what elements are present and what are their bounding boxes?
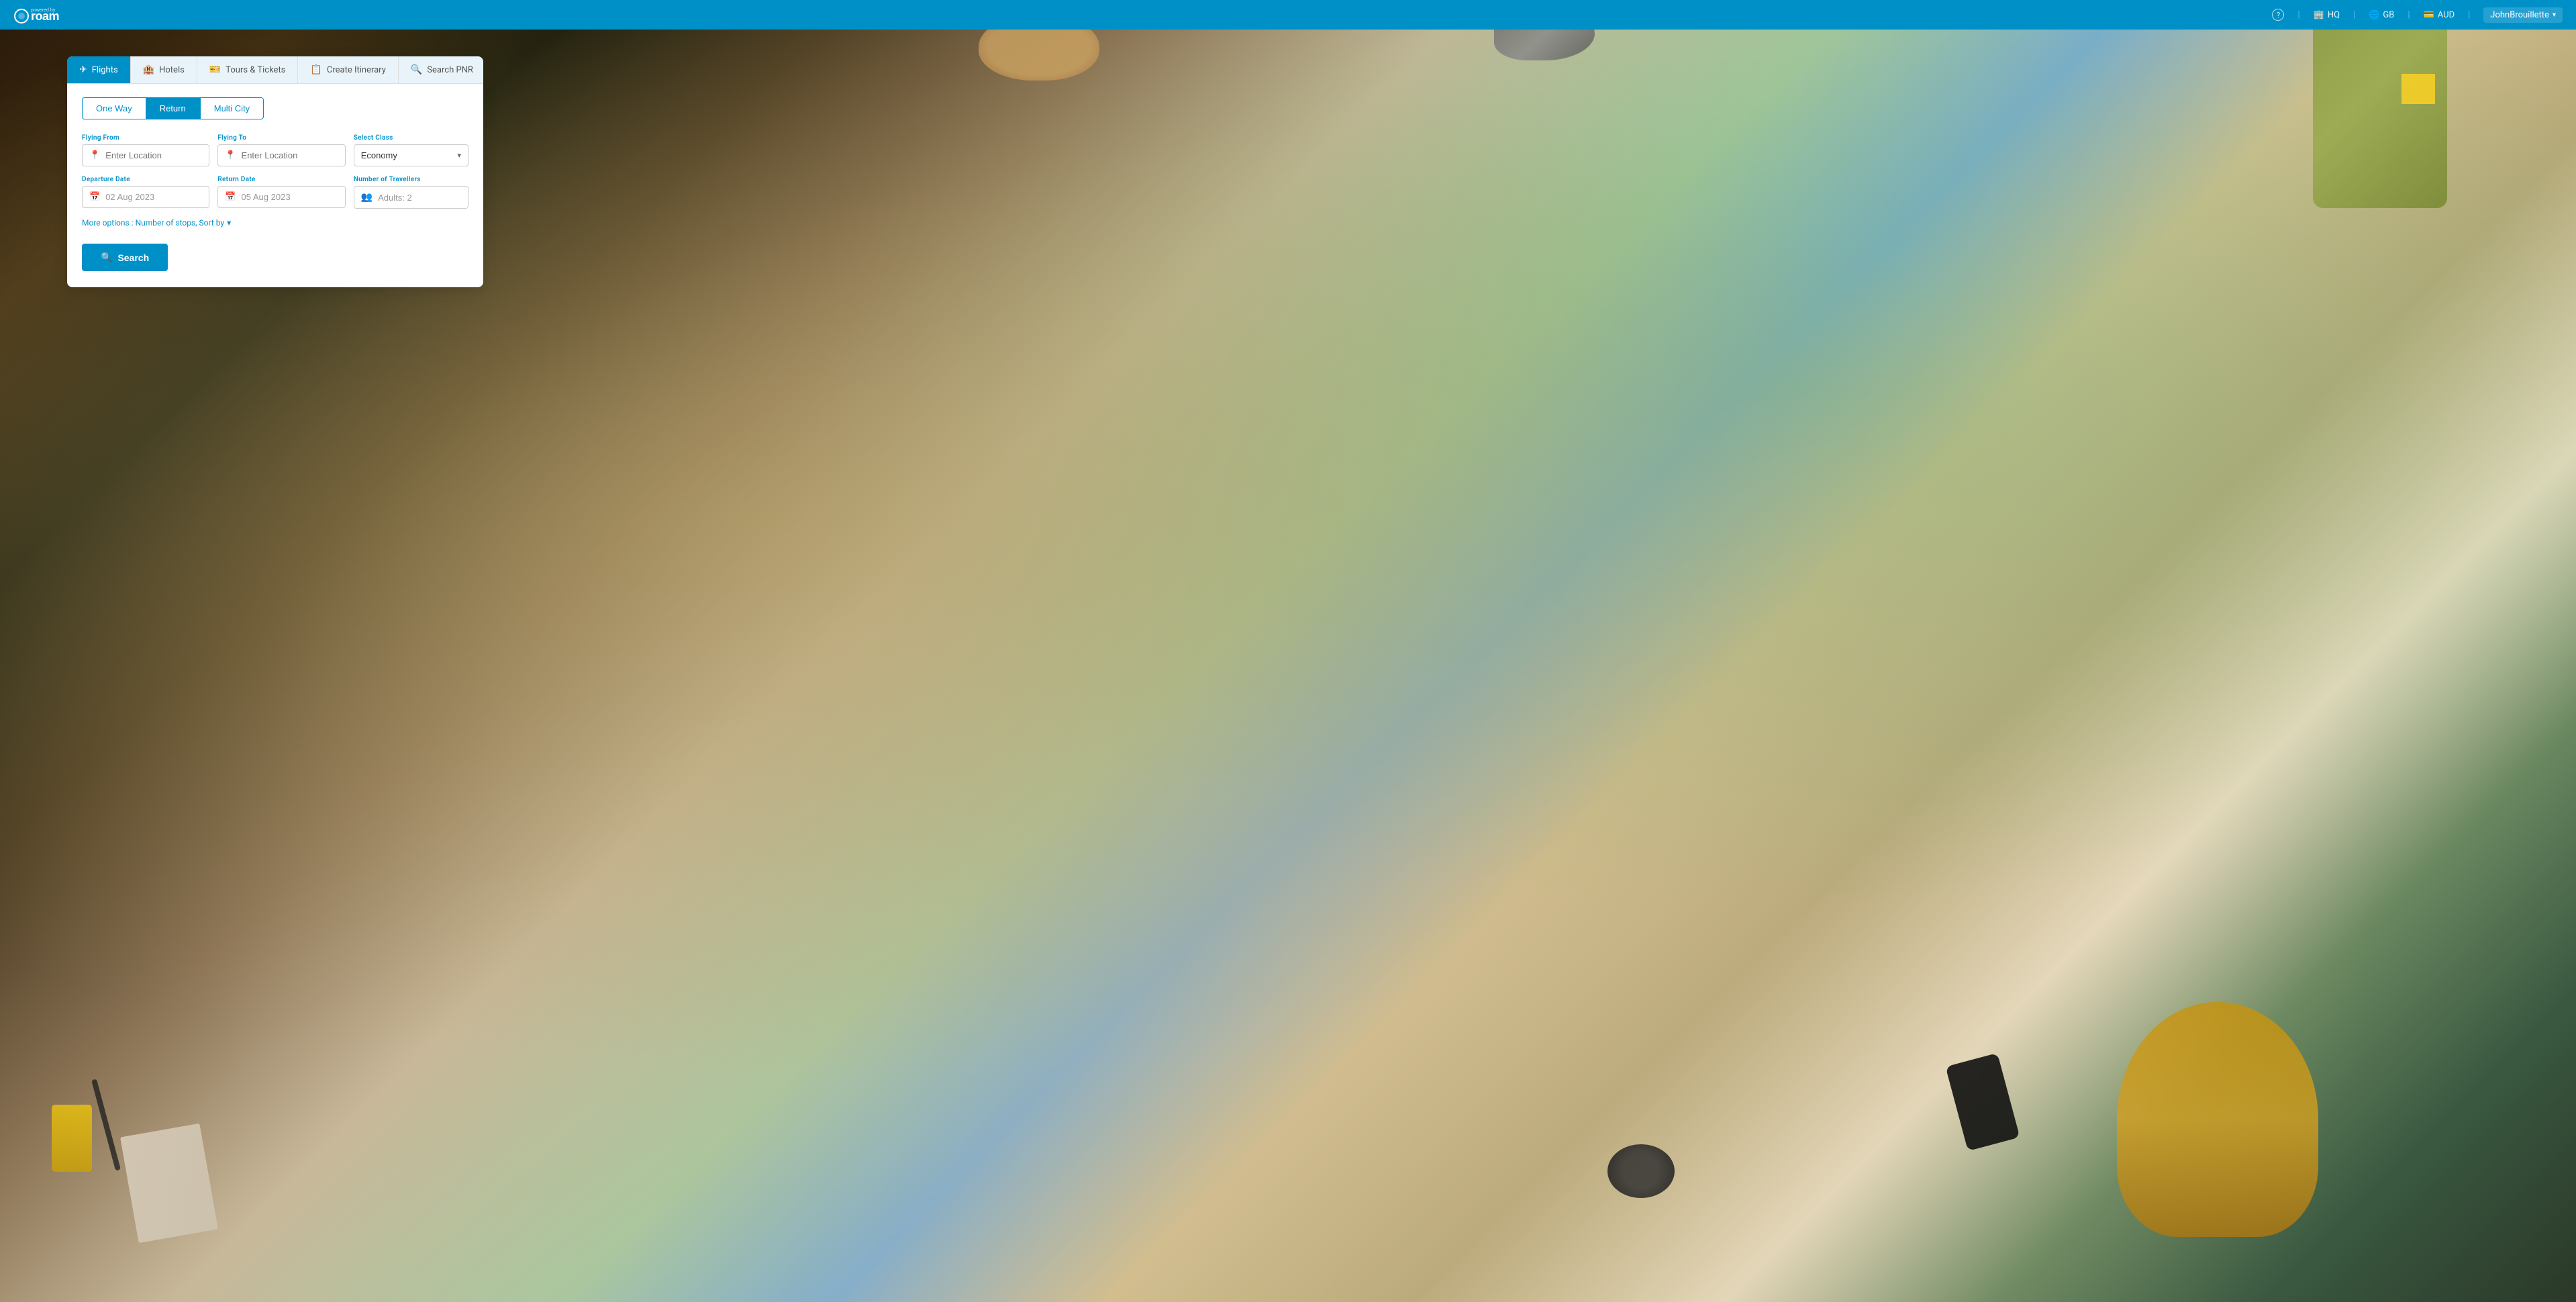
search-panel: ✈ Flights 🏨 Hotels 🎫 Tours & Tickets 📋 C… [67,56,483,287]
tab-flights[interactable]: ✈ Flights [67,56,131,83]
flying-to-input[interactable] [242,150,338,160]
logo-svg: roam powered by [13,5,74,24]
tab-hotels[interactable]: 🏨 Hotels [131,56,197,83]
gb-label: GB [2383,10,2394,20]
tours-icon: 🎫 [209,64,221,75]
flying-to-wrapper[interactable]: 📍 [217,144,345,166]
search-icon: 🔍 [101,252,112,263]
one-way-button[interactable]: One Way [82,97,146,119]
flying-to-label: Flying To [217,134,345,142]
location-icon-to: 📍 [225,150,236,160]
class-select[interactable]: Economy Business First Class Premium Eco… [361,150,452,160]
more-options-chevron-icon: ▾ [227,218,231,228]
calendar-icon-departure: 📅 [89,192,100,202]
hq-label: HQ [2328,10,2340,20]
class-group: Select Class Economy Business First Clas… [354,134,468,166]
logo[interactable]: roam powered by [13,5,74,24]
hq-icon: 🏢 [2314,10,2324,20]
flying-from-input[interactable] [105,150,202,160]
return-date-wrapper[interactable]: 📅 [217,186,345,208]
flying-from-label: Flying From [82,134,209,142]
flights-icon: ✈ [79,64,87,75]
itinerary-icon: 📋 [310,64,321,75]
return-date-group: Return Date 📅 [217,176,345,209]
pnr-icon: 🔍 [411,64,422,75]
dates-row: Departure Date 📅 Return Date 📅 [82,176,468,209]
tab-itinerary[interactable]: 📋 Create Itinerary [298,56,398,83]
gb-icon: 🌐 [2369,10,2379,20]
departure-date-group: Departure Date 📅 [82,176,209,209]
search-button[interactable]: 🔍 Search [82,244,168,271]
help-button[interactable]: ? [2272,9,2284,21]
tab-tours-label: Tours & Tickets [226,65,285,75]
search-button-label: Search [117,252,149,263]
tab-pnr-label: Search PNR [427,65,473,75]
departure-date-label: Departure Date [82,176,209,183]
user-dropdown[interactable]: JohnBrouillette ▾ [2483,7,2563,23]
travelers-icon: 👥 [361,192,373,203]
class-chevron-icon: ▾ [457,151,461,160]
tab-itinerary-label: Create Itinerary [327,65,386,75]
hq-button[interactable]: 🏢 HQ [2314,10,2340,20]
location-row: Flying From 📍 Flying To 📍 Se [82,134,468,166]
calendar-icon-return: 📅 [225,192,236,202]
tab-pnr[interactable]: 🔍 Search PNR [399,56,483,83]
travellers-label: Number of Travellers [354,176,468,183]
return-date-label: Return Date [217,176,345,183]
aud-label: AUD [2438,10,2455,20]
form-area: One Way Return Multi City Flying From 📍 … [67,84,483,287]
location-icon-from: 📍 [89,150,100,160]
main-content: ✈ Flights 🏨 Hotels 🎫 Tours & Tickets 📋 C… [0,30,2576,1302]
return-date-input[interactable] [242,192,338,202]
departure-date-input[interactable] [105,192,202,202]
trip-type-row: One Way Return Multi City [82,97,468,119]
tabs-row: ✈ Flights 🏨 Hotels 🎫 Tours & Tickets 📋 C… [67,56,483,84]
nav-divider-1: | [2297,10,2299,20]
departure-date-wrapper[interactable]: 📅 [82,186,209,208]
travellers-input[interactable] [378,193,461,203]
navbar-right: ? | 🏢 HQ | 🌐 GB | 💳 AUD | JohnBrouillett… [2272,7,2563,23]
gb-button[interactable]: 🌐 GB [2369,10,2394,20]
user-name: JohnBrouillette [2490,10,2549,20]
travellers-group: Number of Travellers 👥 [354,176,468,209]
nav-divider-2: | [2353,10,2355,20]
navbar-left: roam powered by [13,5,74,24]
hotels-icon: 🏨 [143,64,154,75]
more-options-label: More options : Number of stops, Sort by [82,218,224,228]
class-label: Select Class [354,134,468,142]
navbar: roam powered by ? | 🏢 HQ | 🌐 GB | 💳 AUD [0,0,2576,30]
travellers-wrapper[interactable]: 👥 [354,186,468,209]
nav-divider-4: | [2468,10,2470,20]
aud-icon: 💳 [2424,10,2434,20]
nav-divider-3: | [2408,10,2410,20]
flying-from-group: Flying From 📍 [82,134,209,166]
chevron-down-icon: ▾ [2553,11,2556,19]
more-options[interactable]: More options : Number of stops, Sort by … [82,218,468,228]
svg-text:powered by: powered by [31,8,56,13]
tab-tours[interactable]: 🎫 Tours & Tickets [197,56,299,83]
aud-button[interactable]: 💳 AUD [2424,10,2455,20]
flying-from-wrapper[interactable]: 📍 [82,144,209,166]
return-button[interactable]: Return [146,97,200,119]
multi-city-button[interactable]: Multi City [200,97,264,119]
tab-hotels-label: Hotels [159,65,185,75]
flying-to-group: Flying To 📍 [217,134,345,166]
help-icon: ? [2272,9,2284,21]
tab-flights-label: Flights [92,65,118,75]
class-wrapper[interactable]: Economy Business First Class Premium Eco… [354,144,468,166]
